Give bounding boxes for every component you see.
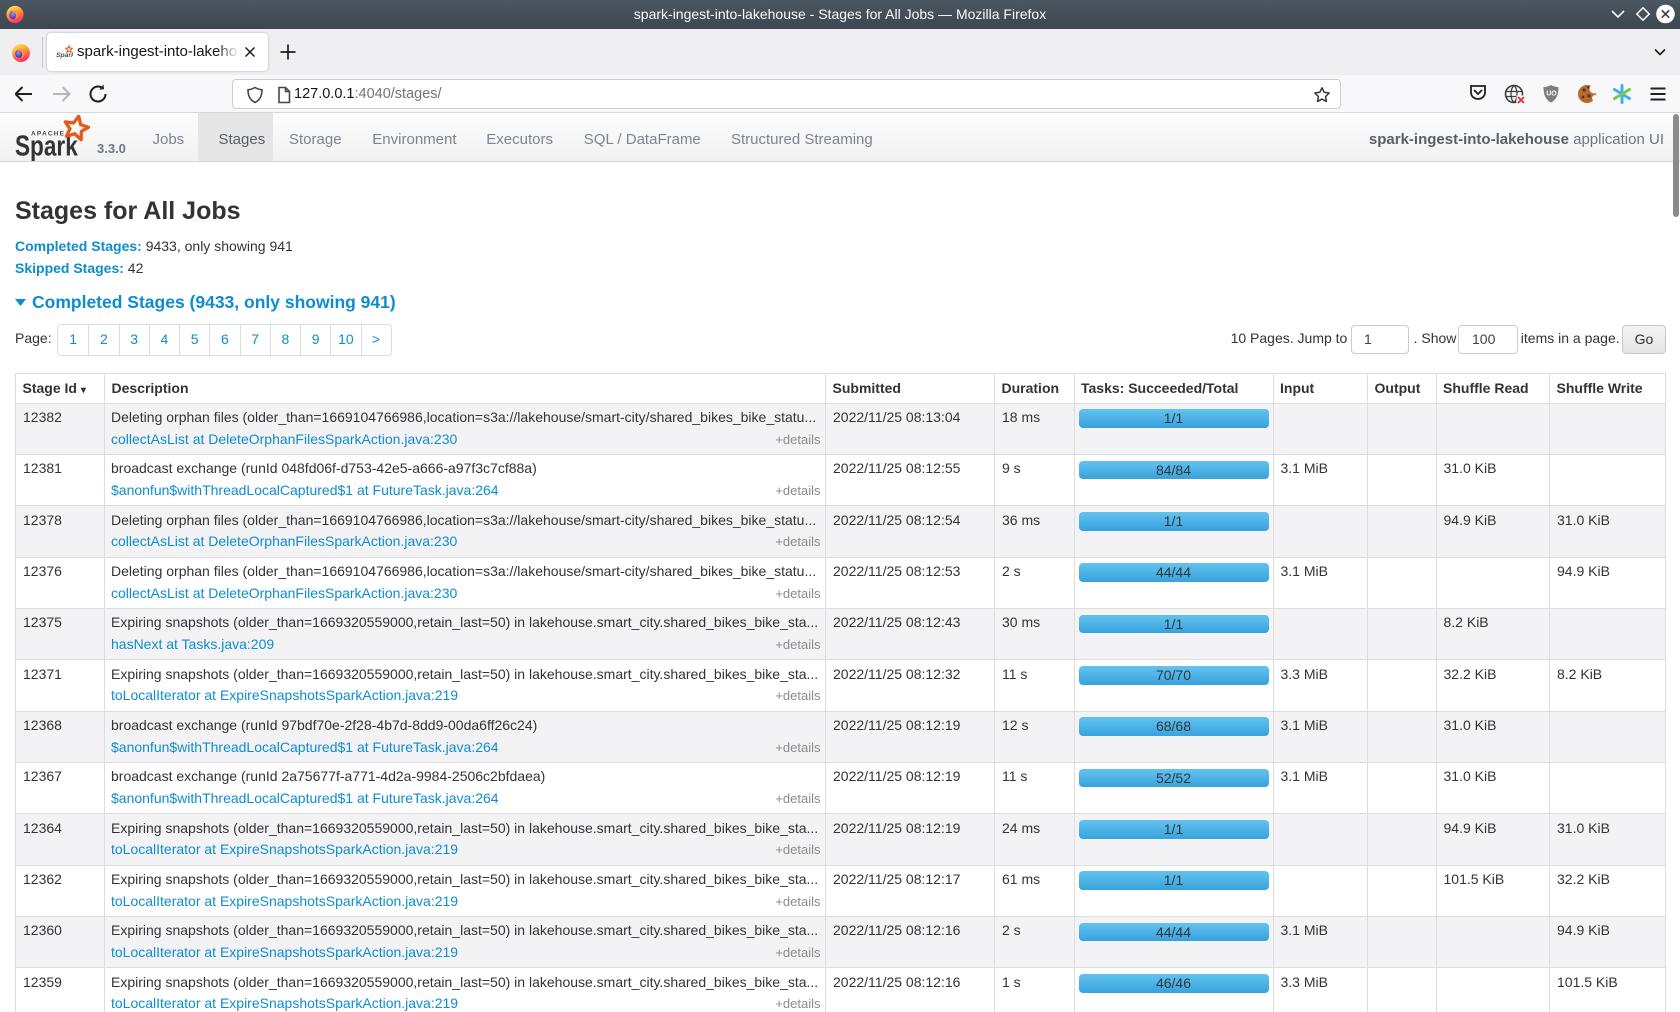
svg-text:Spark: Spark: [56, 52, 73, 59]
svg-text:UO: UO: [1546, 91, 1557, 98]
